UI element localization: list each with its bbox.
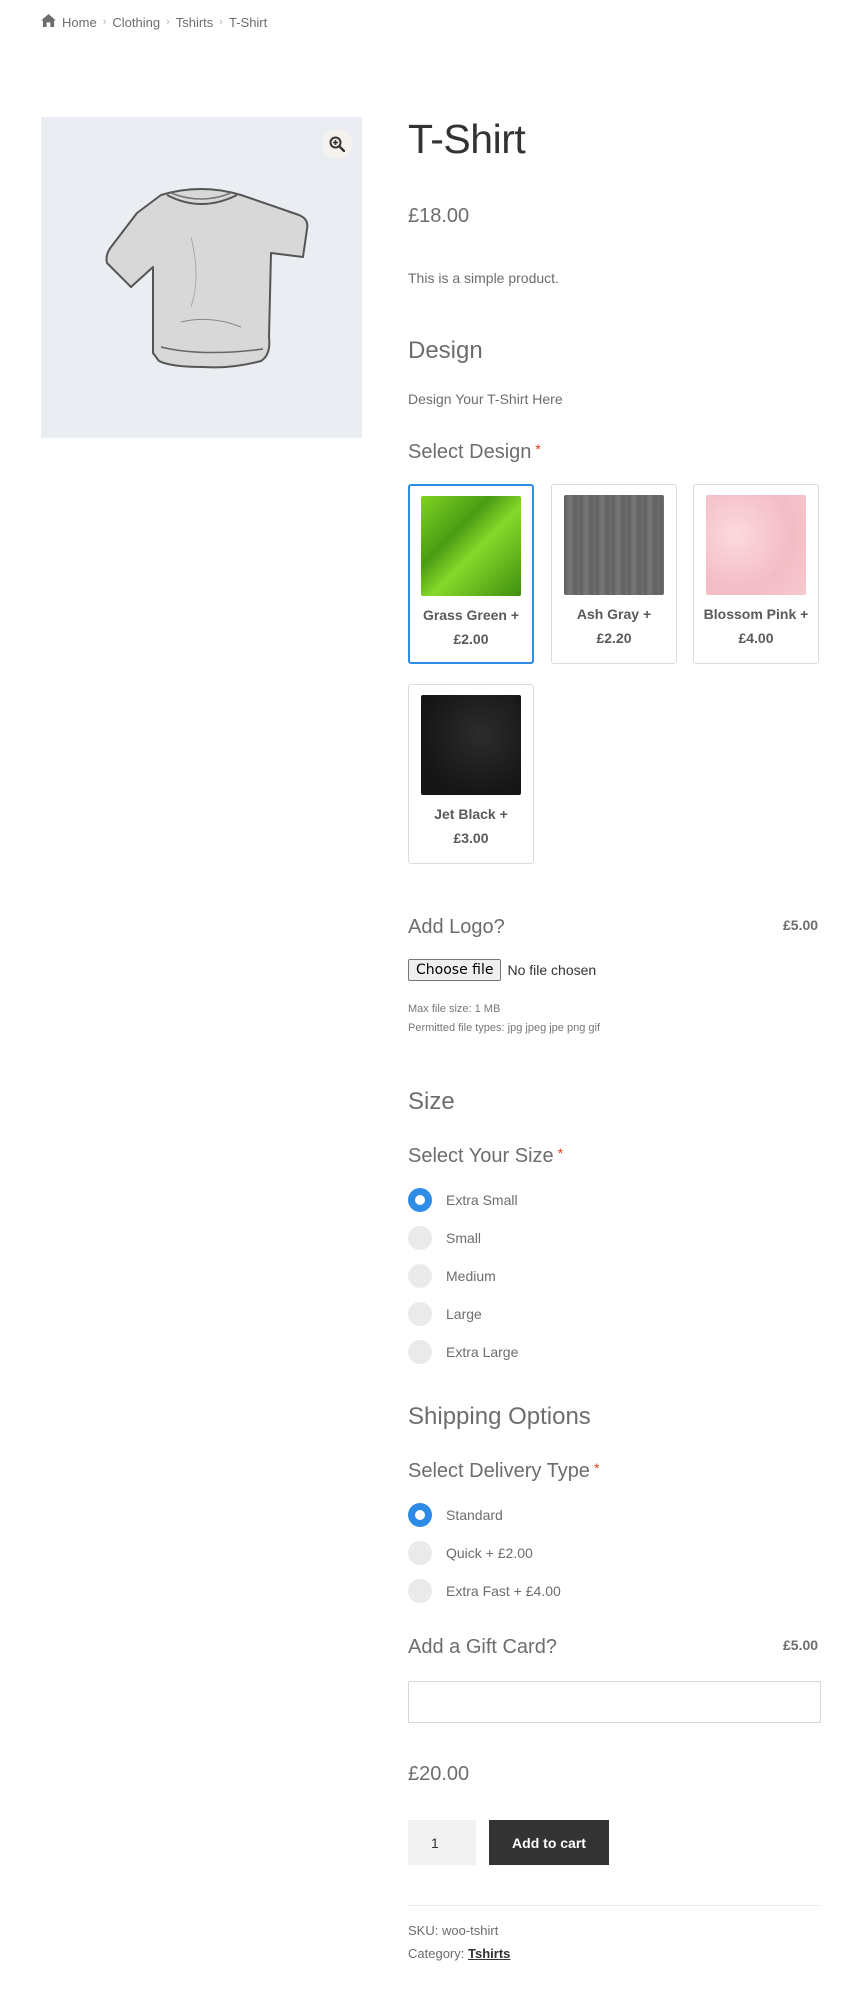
chevron-right-icon: › xyxy=(166,16,170,28)
permitted-file-types: Permitted file types: jpg jpeg jpe png g… xyxy=(408,1022,601,1034)
radio[interactable] xyxy=(408,1541,432,1565)
radio[interactable] xyxy=(408,1264,432,1288)
swatch-image xyxy=(421,496,521,596)
design-option-ash-gray[interactable]: Ash Gray + £2.20 xyxy=(551,484,677,664)
swatch-price: £3.00 xyxy=(453,830,489,846)
total-price: £20.00 xyxy=(408,1763,470,1785)
zoom-button[interactable] xyxy=(322,129,352,159)
design-option-jet-black[interactable]: Jet Black + £3.00 xyxy=(408,684,534,864)
size-option-large[interactable]: Large xyxy=(408,1302,482,1326)
swatch-image xyxy=(706,495,806,595)
product-price: £18.00 xyxy=(408,205,470,227)
radio-selected[interactable] xyxy=(408,1503,432,1527)
delivery-option-extra-fast[interactable]: Extra Fast + £4.00 xyxy=(408,1579,561,1603)
swatch-name: Blossom Pink + xyxy=(703,606,809,622)
design-subtitle: Design Your T-Shirt Here xyxy=(408,391,563,407)
shipping-heading: Shipping Options xyxy=(408,1403,591,1430)
breadcrumb: Home › Clothing › Tshirts › T-Shirt xyxy=(41,14,267,30)
breadcrumb-current: T-Shirt xyxy=(228,14,268,30)
gift-card-price: £5.00 xyxy=(783,1637,819,1653)
product-description: This is a simple product. xyxy=(408,270,559,286)
design-field-label: Select Design * xyxy=(408,441,541,463)
size-option-small[interactable]: Small xyxy=(408,1226,481,1250)
required-mark: * xyxy=(535,441,541,457)
tshirt-illustration xyxy=(105,188,309,369)
product-title: T-Shirt xyxy=(408,116,526,162)
divider xyxy=(408,1905,821,1906)
required-mark: * xyxy=(593,1460,600,1476)
product-category: Category: Tshirts xyxy=(408,1946,511,1961)
add-to-cart-button[interactable]: Add to cart xyxy=(489,1820,609,1865)
chevron-right-icon: › xyxy=(102,16,107,28)
swatch-price: £2.00 xyxy=(453,631,489,647)
radio[interactable] xyxy=(408,1579,432,1603)
swatch-image xyxy=(564,495,664,595)
max-file-size: Max file size: 1 MB xyxy=(408,1003,501,1015)
delivery-field-label: Select Delivery Type * xyxy=(408,1460,600,1482)
zoom-in-icon xyxy=(329,136,345,152)
radio[interactable] xyxy=(408,1302,432,1326)
breadcrumb-clothing[interactable]: Clothing xyxy=(112,15,160,30)
swatch-name: Ash Gray + xyxy=(576,606,652,622)
logo-file-input[interactable]: Choose file No file chosen xyxy=(408,959,596,981)
swatch-name: Jet Black + xyxy=(434,806,508,822)
product-image[interactable] xyxy=(41,117,362,438)
file-status: No file chosen xyxy=(507,962,597,978)
radio[interactable] xyxy=(408,1226,432,1250)
size-option-extra-large[interactable]: Extra Large xyxy=(408,1340,518,1364)
product-sku: SKU: woo-tshirt xyxy=(408,1923,499,1938)
home-icon xyxy=(41,14,56,30)
logo-label: Add Logo? xyxy=(408,916,505,938)
delivery-option-quick[interactable]: Quick + £2.00 xyxy=(408,1541,533,1565)
radio[interactable] xyxy=(408,1340,432,1364)
radio-selected[interactable] xyxy=(408,1188,432,1212)
swatch-price: £2.20 xyxy=(596,630,632,646)
choose-file-button[interactable]: Choose file xyxy=(408,959,502,981)
gift-card-label: Add a Gift Card? xyxy=(408,1636,557,1658)
swatch-image xyxy=(421,695,521,795)
size-field-label: Select Your Size * xyxy=(408,1145,564,1167)
category-link[interactable]: Tshirts xyxy=(468,1946,510,1961)
gift-card-input[interactable] xyxy=(408,1681,821,1723)
design-option-grass-green[interactable]: Grass Green + £2.00 xyxy=(408,484,534,664)
swatch-price: £4.00 xyxy=(738,630,774,646)
delivery-option-standard[interactable]: Standard xyxy=(408,1503,503,1527)
size-heading: Size xyxy=(408,1088,455,1115)
design-option-blossom-pink[interactable]: Blossom Pink + £4.00 xyxy=(693,484,819,664)
quantity-input[interactable]: 1 xyxy=(408,1820,476,1865)
required-mark: * xyxy=(557,1145,564,1161)
breadcrumb-home[interactable]: Home xyxy=(62,15,97,30)
chevron-right-icon: › xyxy=(219,16,223,28)
logo-price: £5.00 xyxy=(783,917,819,933)
swatch-name: Grass Green + xyxy=(422,607,520,623)
size-option-medium[interactable]: Medium xyxy=(408,1264,496,1288)
design-heading: Design xyxy=(408,337,483,364)
size-option-extra-small[interactable]: Extra Small xyxy=(408,1188,518,1212)
breadcrumb-tshirts[interactable]: Tshirts xyxy=(176,15,214,30)
